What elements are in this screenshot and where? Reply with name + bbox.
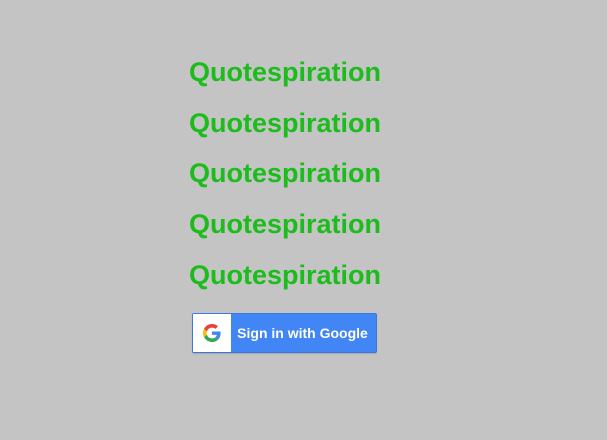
app-title: Quotespiration bbox=[188, 108, 381, 138]
app-title: Quotespiration bbox=[188, 209, 381, 239]
app-title: Quotespiration bbox=[188, 57, 381, 87]
google-signin-button[interactable]: Sign in with Google bbox=[192, 313, 377, 353]
google-signin-label: Sign in with Google bbox=[237, 325, 368, 341]
page: Quotespiration Quotespiration Quotespira… bbox=[0, 0, 607, 440]
app-title: Quotespiration bbox=[188, 158, 381, 188]
google-logo-icon bbox=[193, 314, 231, 352]
app-title: Quotespiration bbox=[188, 260, 381, 290]
